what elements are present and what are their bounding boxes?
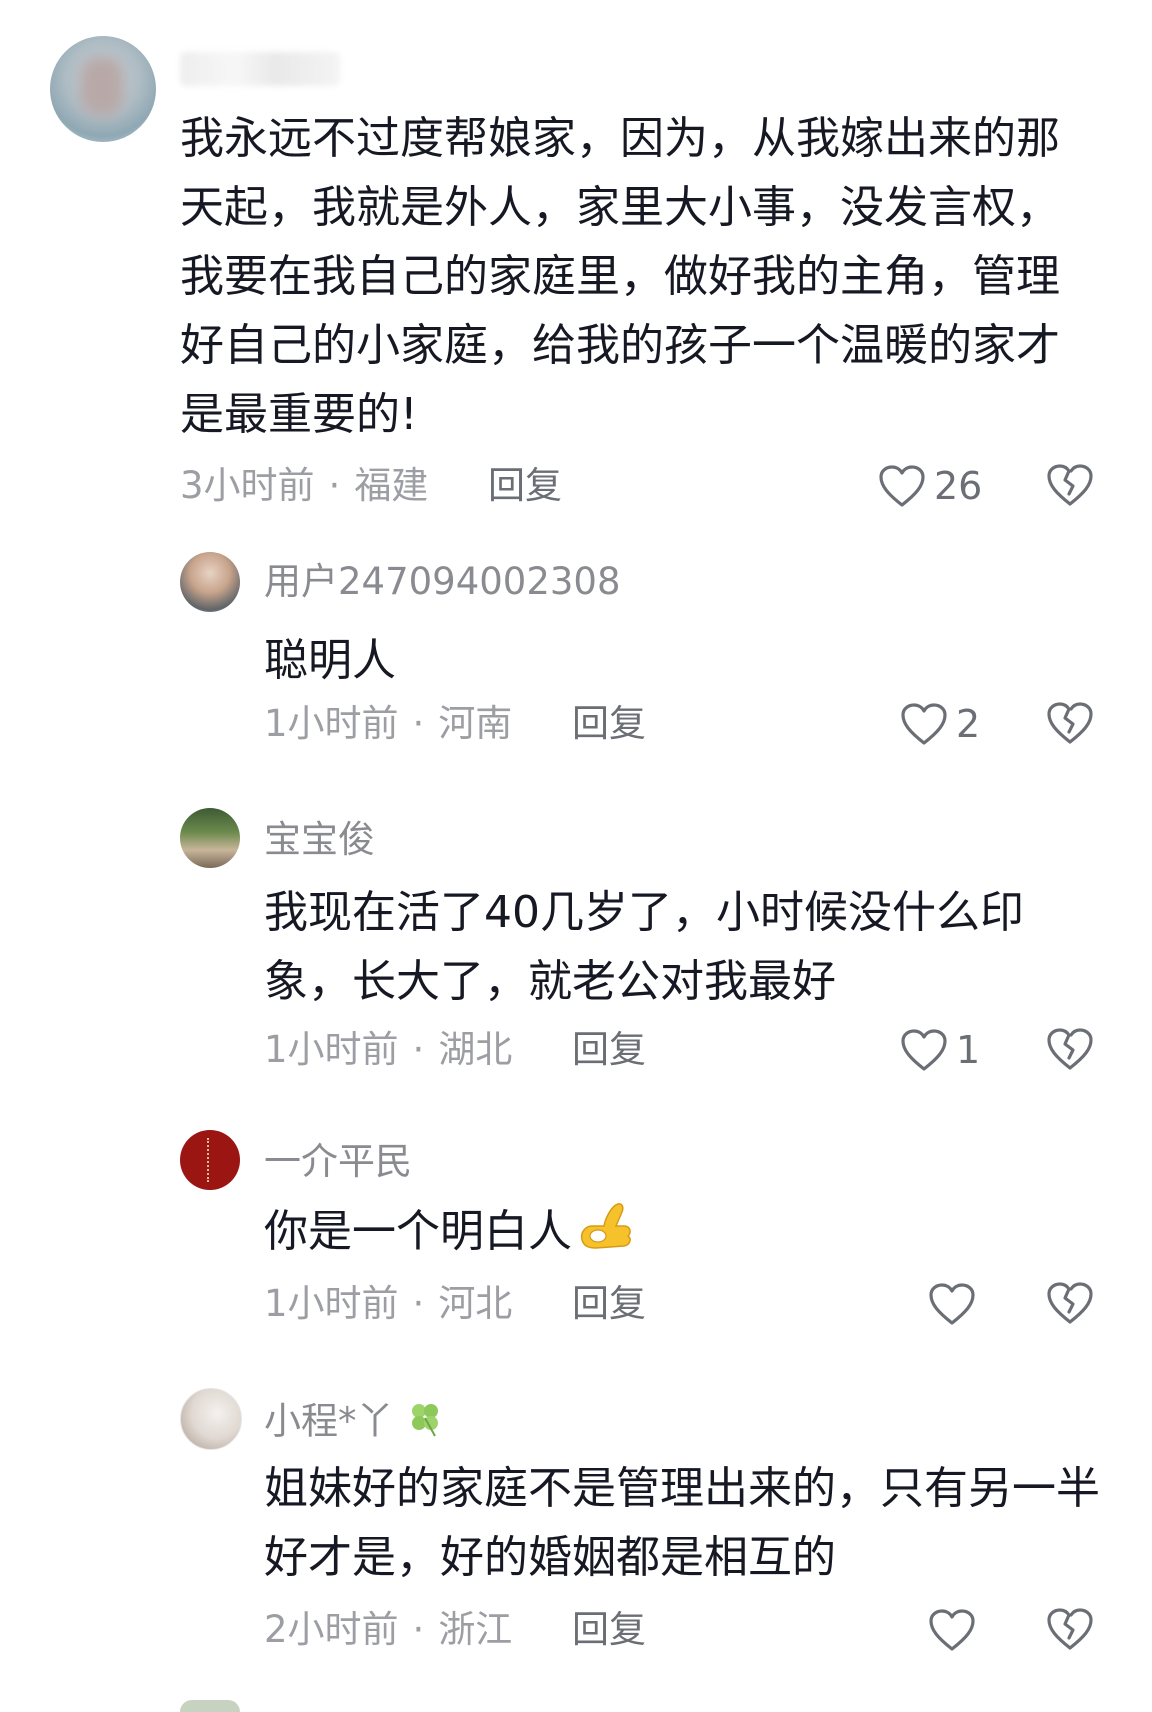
reply-username: 小程*丫 [264, 1399, 394, 1443]
like-button[interactable] [928, 1604, 984, 1656]
like-count: 26 [934, 464, 983, 508]
broken-heart-outline-icon [1046, 702, 1094, 750]
dislike-button[interactable] [1046, 1606, 1094, 1656]
reply-button[interactable]: 回复 [572, 1282, 646, 1326]
next-avatar-partial [180, 1700, 240, 1712]
avatar[interactable] [180, 552, 240, 612]
reply-meta: 2小时前 · 浙江 [264, 1608, 512, 1652]
reply-location: 浙江 [438, 1608, 513, 1651]
like-count: 1 [956, 1028, 981, 1072]
like-count: 2 [956, 702, 981, 746]
comment-text: 我永远不过度帮娘家，因为，从我嫁出来的那天起，我就是外人，家里大小事，没发言权，… [180, 113, 1060, 440]
ok-hand-emoji [576, 1196, 636, 1272]
reply-username[interactable]: 用户247094002308 [264, 560, 621, 604]
dislike-button[interactable] [1046, 462, 1094, 512]
reply-meta: 1小时前 · 河北 [264, 1282, 512, 1326]
reply-text-row: 你是一个明白人 [264, 1196, 1084, 1272]
reply-button[interactable]: 回复 [488, 464, 562, 508]
reply-text: 我现在活了40几岁了，小时候没什么印象，长大了，就老公对我最好 [264, 887, 1024, 1007]
meta-separator: · [412, 1608, 425, 1651]
reply-location: 河南 [438, 702, 513, 745]
meta-separator: · [328, 464, 341, 507]
reply-item: 宝宝俊 我现在活了40几岁了，小时候没什么印象，长大了，就老公对我最好 1小时前… [0, 806, 1152, 1096]
reply-text: 姐妹好的家庭不是管理出来的，只有另一半好才是，好的婚姻都是相互的 [264, 1463, 1100, 1583]
dislike-button[interactable] [1046, 1280, 1094, 1330]
username-blurred[interactable] [180, 52, 340, 86]
reply-item: 一介平民 你是一个明白人 1小时前 · 河北 回复 [0, 1130, 1152, 1360]
heart-outline-icon [928, 1608, 976, 1652]
reply-username-row[interactable]: 小程*丫 [264, 1398, 445, 1448]
like-button[interactable]: 2 [900, 698, 980, 750]
reply-text: 聪明人 [264, 635, 396, 686]
reply-time: 1小时前 [264, 702, 399, 745]
comment-meta: 3小时前 · 福建 [180, 464, 428, 508]
reply-time: 2小时前 [264, 1608, 399, 1651]
avatar[interactable] [50, 36, 156, 142]
reply-button[interactable]: 回复 [572, 1608, 646, 1652]
avatar[interactable] [180, 1388, 242, 1450]
reply-meta: 1小时前 · 河南 [264, 702, 512, 746]
reply-button[interactable]: 回复 [572, 702, 646, 746]
reply-time: 1小时前 [264, 1028, 399, 1071]
meta-separator: · [412, 702, 425, 745]
dislike-button[interactable] [1046, 700, 1094, 750]
four-leaf-clover-emoji [405, 1398, 445, 1448]
reply-button[interactable]: 回复 [572, 1028, 646, 1072]
reply-location: 湖北 [438, 1028, 513, 1071]
like-button[interactable] [928, 1278, 984, 1330]
broken-heart-outline-icon [1046, 1282, 1094, 1330]
broken-heart-outline-icon [1046, 1028, 1094, 1076]
avatar[interactable] [180, 1130, 240, 1190]
broken-heart-outline-icon [1046, 464, 1094, 512]
dislike-button[interactable] [1046, 1026, 1094, 1076]
comment-item: 我永远不过度帮娘家，因为，从我嫁出来的那天起，我就是外人，家里大小事，没发言权，… [0, 0, 1152, 510]
comment-location: 福建 [354, 464, 429, 507]
heart-outline-icon [900, 1028, 948, 1072]
broken-heart-outline-icon [1046, 1608, 1094, 1656]
meta-separator: · [412, 1028, 425, 1071]
like-button[interactable]: 26 [878, 460, 982, 512]
reply-item: 小程*丫 姐妹好的家庭不是管理出来的，只有另一半好才是，好的婚姻都是相互的 2小… [0, 1386, 1152, 1676]
comment-time: 3小时前 [180, 464, 315, 507]
reply-username[interactable]: 一介平民 [264, 1140, 412, 1184]
meta-separator: · [412, 1282, 425, 1325]
reply-item: 用户247094002308 聪明人 1小时前 · 河南 回复 2 [0, 550, 1152, 770]
heart-outline-icon [928, 1282, 976, 1326]
like-button[interactable]: 1 [900, 1024, 980, 1076]
reply-text: 你是一个明白人 [264, 1206, 572, 1257]
reply-time: 1小时前 [264, 1282, 399, 1325]
reply-username[interactable]: 宝宝俊 [264, 818, 375, 862]
reply-location: 河北 [438, 1282, 513, 1325]
reply-meta: 1小时前 · 湖北 [264, 1028, 512, 1072]
heart-outline-icon [878, 464, 926, 508]
avatar[interactable] [180, 808, 240, 868]
heart-outline-icon [900, 702, 948, 746]
